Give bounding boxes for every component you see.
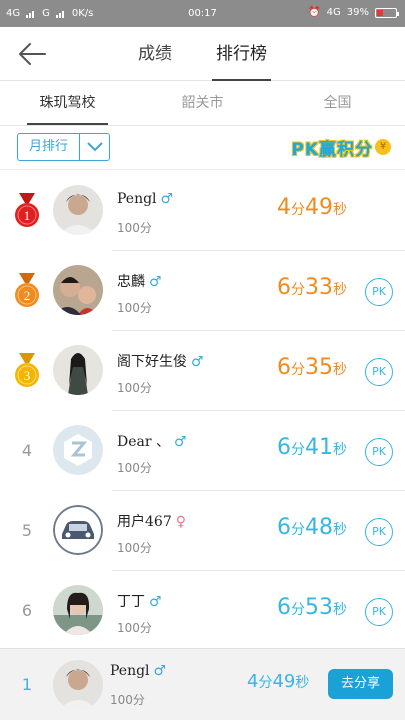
user-score: 100分 xyxy=(117,301,152,315)
pk-banner-text: PK赢积分 xyxy=(291,139,373,160)
male-icon: ♂ xyxy=(174,434,187,450)
male-icon: ♂ xyxy=(149,594,162,610)
pk-button[interactable]: PK xyxy=(365,598,393,626)
avatar xyxy=(53,265,103,315)
user-name: Dear 、 ♂ xyxy=(117,434,187,450)
status-bar: 4G G 0K/s 00:17 ⏰ 4G 39% xyxy=(0,0,405,27)
user-name: 用户467 ♀ xyxy=(117,514,186,530)
avatar xyxy=(53,425,103,475)
male-icon: ♂ xyxy=(160,191,174,207)
tab-city[interactable]: 韶关市 xyxy=(135,82,270,125)
top-tabs: 成绩 排行榜 xyxy=(0,27,405,81)
chevron-down-icon xyxy=(80,134,109,160)
arrow-left-icon xyxy=(19,43,46,65)
user-score: 100分 xyxy=(117,621,152,635)
svg-text:2: 2 xyxy=(24,288,31,303)
user-name: Pengl ♂ xyxy=(117,191,174,207)
pk-button[interactable]: PK xyxy=(365,518,393,546)
male-icon: ♂ xyxy=(191,354,204,370)
user-name: 忠麟 ♂ xyxy=(117,274,162,290)
avatar xyxy=(53,345,103,395)
svg-text:1: 1 xyxy=(24,208,31,223)
filter-row: 月排行 PK赢积分 ¥ xyxy=(0,126,405,170)
back-button[interactable] xyxy=(18,41,48,67)
avatar xyxy=(53,185,103,235)
exam-time: 4分49秒 xyxy=(247,671,310,692)
ranking-row[interactable]: 2 忠麟 ♂ 100分 6分33秒 PK xyxy=(0,251,405,331)
battery-icon xyxy=(375,7,399,18)
rank-number: 6 xyxy=(21,601,33,620)
exam-time: 6分53秒 xyxy=(277,595,347,620)
user-name: 丁丁 ♂ xyxy=(117,594,162,610)
male-icon: ♂ xyxy=(149,274,162,290)
medal-icon: 1 xyxy=(15,193,39,227)
rank-medal: 2 xyxy=(12,273,42,309)
user-score: 100分 xyxy=(110,693,145,707)
period-label: 月排行 xyxy=(18,134,80,160)
female-icon: ♀ xyxy=(175,514,186,530)
period-dropdown[interactable]: 月排行 xyxy=(17,133,110,161)
svg-text:3: 3 xyxy=(24,368,31,383)
pk-button[interactable]: PK xyxy=(365,438,393,466)
user-name: 阁下好生俊 ♂ xyxy=(117,354,204,370)
ranking-row[interactable]: 1 Pengl ♂ 100分 4分49秒 xyxy=(0,171,405,251)
avatar xyxy=(53,585,103,635)
medal-icon: 2 xyxy=(15,273,39,307)
alarm-icon: ⏰ xyxy=(308,7,321,18)
share-button[interactable]: 去分享 xyxy=(328,669,393,699)
scope-tabs: 珠玑驾校 韶关市 全国 xyxy=(0,82,405,126)
network-indicator-right: 4G xyxy=(326,7,341,18)
my-rank-row: 1 Pengl ♂ 100分 4分49秒 去分享 xyxy=(0,648,405,720)
battery-percent: 39% xyxy=(346,7,369,18)
car-avatar-icon xyxy=(53,505,103,555)
exam-time: 4分49秒 xyxy=(277,195,347,220)
default-avatar-icon xyxy=(53,425,103,475)
exam-time: 6分35秒 xyxy=(277,355,347,380)
user-score: 100分 xyxy=(117,541,152,555)
avatar xyxy=(53,660,103,710)
ranking-row[interactable]: 4 Dear 、 ♂ 100分 6分41秒 PK xyxy=(0,411,405,491)
pk-button[interactable]: PK xyxy=(365,358,393,386)
avatar xyxy=(53,505,103,555)
user-score: 100分 xyxy=(117,461,152,475)
user-score: 100分 xyxy=(117,381,152,395)
ranking-list: 1 Pengl ♂ 100分 4分49秒 2 忠麟 ♂ 100分 6分33秒 PK xyxy=(0,171,405,651)
male-icon: ♂ xyxy=(153,663,167,679)
tab-national[interactable]: 全国 xyxy=(270,82,405,125)
rank-medal: 3 xyxy=(12,353,42,389)
ranking-row[interactable]: 3 阁下好生俊 ♂ 100分 6分35秒 PK xyxy=(0,331,405,411)
tab-scores[interactable]: 成绩 xyxy=(138,27,172,81)
pk-button[interactable]: PK xyxy=(365,278,393,306)
user-score: 100分 xyxy=(117,221,152,235)
user-name: Pengl ♂ xyxy=(110,663,167,679)
tab-driving-school[interactable]: 珠玑驾校 xyxy=(0,82,135,125)
exam-time: 6分33秒 xyxy=(277,275,347,300)
rank-number: 5 xyxy=(21,521,33,540)
top-bar: 成绩 排行榜 xyxy=(0,27,405,81)
exam-time: 6分41秒 xyxy=(277,435,347,460)
rank-medal: 1 xyxy=(12,193,42,229)
ranking-row[interactable]: 6 丁丁 ♂ 100分 6分53秒 PK xyxy=(0,571,405,651)
ranking-row[interactable]: 5 用户467 ♀ 100分 6分48秒 PK xyxy=(0,491,405,571)
pk-points-banner[interactable]: PK赢积分 ¥ xyxy=(291,133,391,161)
tab-leaderboard[interactable]: 排行榜 xyxy=(212,27,271,81)
exam-time: 6分48秒 xyxy=(277,515,347,540)
medal-icon: 3 xyxy=(15,353,39,387)
rank-number: 1 xyxy=(21,675,33,694)
coin-icon: ¥ xyxy=(375,139,391,155)
rank-number: 4 xyxy=(21,441,33,460)
